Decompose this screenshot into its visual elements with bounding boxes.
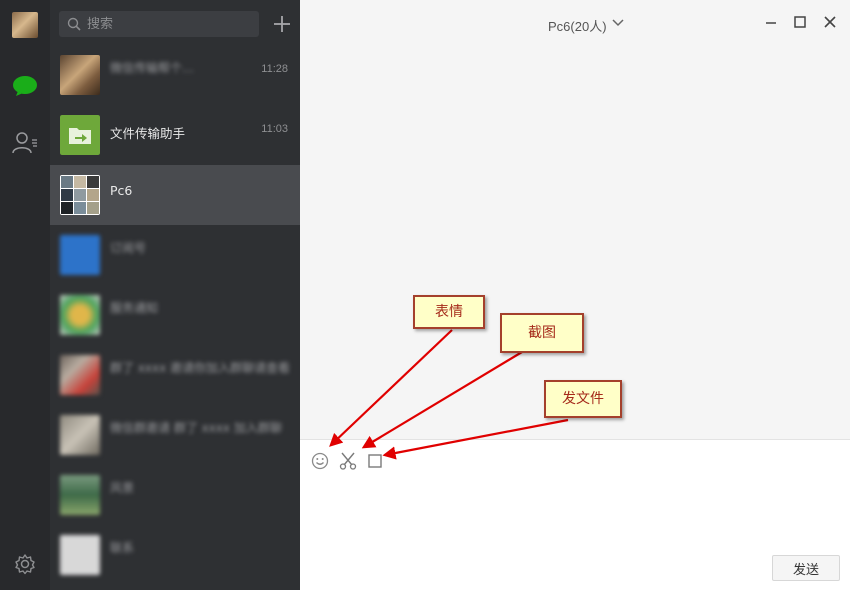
search-icon bbox=[67, 17, 81, 31]
session-avatar bbox=[60, 535, 100, 575]
session-preview: 联系 bbox=[110, 541, 135, 555]
plus-icon[interactable] bbox=[271, 11, 293, 37]
session-item[interactable]: 联系 bbox=[50, 525, 300, 585]
session-item[interactable]: 风景 bbox=[50, 465, 300, 525]
session-avatar bbox=[60, 415, 100, 455]
emoji-icon[interactable] bbox=[311, 452, 329, 470]
session-item-active[interactable]: Pc6 bbox=[50, 165, 300, 225]
user-avatar[interactable] bbox=[12, 12, 38, 38]
session-name: Pc6 bbox=[110, 183, 133, 198]
session-avatar bbox=[60, 235, 100, 275]
session-time: 11:03 bbox=[261, 123, 288, 135]
session-item[interactable]: 服务通知 bbox=[50, 285, 300, 345]
session-preview: 风景 bbox=[110, 481, 135, 495]
wechat-chat-icon[interactable] bbox=[12, 75, 38, 97]
session-preview: 群了 xxxx 邀请你加入群聊请查看 bbox=[110, 361, 291, 375]
session-preview: 服务通知 bbox=[110, 301, 159, 315]
session-item[interactable]: 群了 xxxx 邀请你加入群聊请查看 bbox=[50, 345, 300, 405]
send-button[interactable]: 发送 bbox=[772, 555, 840, 581]
minimize-icon[interactable] bbox=[764, 15, 778, 29]
search-box[interactable] bbox=[59, 11, 259, 37]
file-icon[interactable] bbox=[366, 452, 384, 470]
session-avatar bbox=[60, 55, 100, 95]
scissors-icon[interactable] bbox=[339, 452, 357, 470]
session-item[interactable]: 订阅号 bbox=[50, 225, 300, 285]
session-name: 文件传输助手 bbox=[110, 126, 186, 141]
chat-title[interactable]: Pc6(20人) bbox=[548, 16, 607, 35]
session-avatar bbox=[60, 475, 100, 515]
callout-screenshot: 截图 bbox=[500, 313, 584, 353]
session-item[interactable]: 文件传输助手 11:03 bbox=[50, 105, 300, 165]
chevron-down-icon[interactable] bbox=[612, 19, 624, 27]
search-input[interactable] bbox=[87, 11, 255, 37]
chat-pane: Pc6(20人) 发送 bbox=[300, 0, 850, 590]
callout-file: 发文件 bbox=[544, 380, 622, 418]
settings-icon[interactable] bbox=[14, 553, 36, 575]
left-nav bbox=[0, 0, 50, 590]
session-avatar bbox=[60, 355, 100, 395]
session-time: 11:28 bbox=[261, 63, 288, 75]
session-item[interactable]: 微信群邀请 群了 xxxx 加入群聊 bbox=[50, 405, 300, 465]
close-icon[interactable] bbox=[823, 15, 837, 29]
session-preview: 微信传输帮个… bbox=[110, 61, 195, 75]
maximize-icon[interactable] bbox=[793, 15, 807, 29]
contacts-icon[interactable] bbox=[12, 131, 38, 155]
session-item[interactable]: 微信传输帮个… 11:28 bbox=[50, 45, 300, 105]
session-avatar bbox=[60, 295, 100, 335]
session-preview: 订阅号 bbox=[110, 241, 147, 255]
session-preview: 微信群邀请 群了 xxxx 加入群聊 bbox=[110, 421, 282, 435]
message-input-area[interactable]: 发送 bbox=[300, 439, 850, 590]
group-avatar bbox=[60, 175, 100, 215]
file-transfer-avatar bbox=[60, 115, 100, 155]
session-list: 微信传输帮个… 11:28 文件传输助手 11:03 Pc6 订阅号 服务通知 … bbox=[50, 0, 300, 590]
callout-emoji: 表情 bbox=[413, 295, 485, 329]
